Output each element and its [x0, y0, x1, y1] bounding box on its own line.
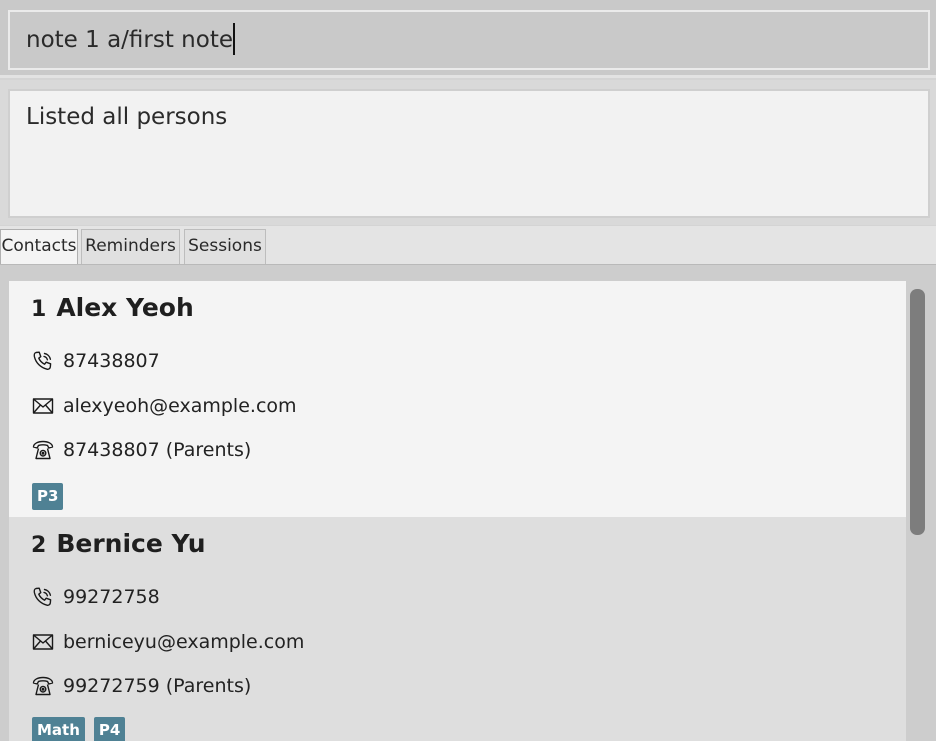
- person-parent-phone: 87438807 (Parents): [31, 437, 251, 463]
- scrollbar-thumb[interactable]: [910, 289, 925, 535]
- person-parent-phone: 99272759 (Parents): [31, 673, 251, 699]
- tab-contacts-label: Contacts: [1, 236, 77, 256]
- tag: P4: [93, 717, 126, 741]
- person-name: Alex Yeoh: [56, 293, 194, 322]
- result-display-container: Listed all persons: [0, 80, 936, 225]
- person-name: Bernice Yu: [56, 529, 206, 558]
- tab-sessions[interactable]: Sessions: [184, 229, 266, 264]
- person-card[interactable]: 1 Alex Yeoh 87438807 alexyeoh@example.co…: [9, 281, 906, 517]
- result-message: Listed all persons: [26, 104, 228, 130]
- person-email-value: alexyeoh@example.com: [63, 395, 297, 417]
- person-index: 1: [31, 297, 47, 322]
- person-phone-value: 99272758: [63, 586, 160, 608]
- tag-list: Math P4: [32, 717, 126, 741]
- person-email-value: berniceyu@example.com: [63, 631, 305, 653]
- text-caret: [233, 22, 235, 55]
- person-email: berniceyu@example.com: [31, 629, 304, 655]
- tab-reminders-label: Reminders: [85, 236, 176, 256]
- person-card-title: 2 Bernice Yu: [31, 529, 206, 558]
- tab-reminders[interactable]: Reminders: [81, 229, 180, 264]
- email-icon: [31, 394, 55, 418]
- tab-sessions-label: Sessions: [188, 236, 262, 256]
- vertical-scrollbar[interactable]: [906, 281, 930, 741]
- email-icon: [31, 630, 55, 654]
- command-input[interactable]: note 1 a/first note: [8, 10, 930, 70]
- person-card-title: 1 Alex Yeoh: [31, 293, 194, 322]
- person-phone: 87438807: [31, 348, 160, 374]
- phone-icon: [31, 585, 55, 609]
- telephone-icon: [31, 438, 55, 462]
- phone-icon: [31, 349, 55, 373]
- person-index: 2: [31, 533, 47, 558]
- command-input-text: note 1 a/first note: [26, 27, 233, 53]
- person-card[interactable]: 2 Bernice Yu 99272758 berniceyu@example.…: [9, 517, 906, 741]
- person-phone-value: 87438807: [63, 350, 160, 372]
- result-display: Listed all persons: [8, 89, 930, 218]
- telephone-icon: [31, 674, 55, 698]
- person-phone: 99272758: [31, 584, 160, 610]
- command-box-container: note 1 a/first note: [0, 0, 936, 78]
- tab-contacts[interactable]: Contacts: [0, 229, 78, 264]
- person-list[interactable]: 1 Alex Yeoh 87438807 alexyeoh@example.co…: [0, 265, 936, 741]
- person-email: alexyeoh@example.com: [31, 393, 297, 419]
- person-parent-phone-value: 99272759 (Parents): [63, 675, 252, 697]
- tab-bar: Contacts Reminders Sessions: [0, 226, 936, 265]
- tag-list: P3: [32, 483, 64, 510]
- tag: P3: [32, 483, 64, 510]
- person-parent-phone-value: 87438807 (Parents): [63, 439, 252, 461]
- tag: Math: [32, 717, 85, 741]
